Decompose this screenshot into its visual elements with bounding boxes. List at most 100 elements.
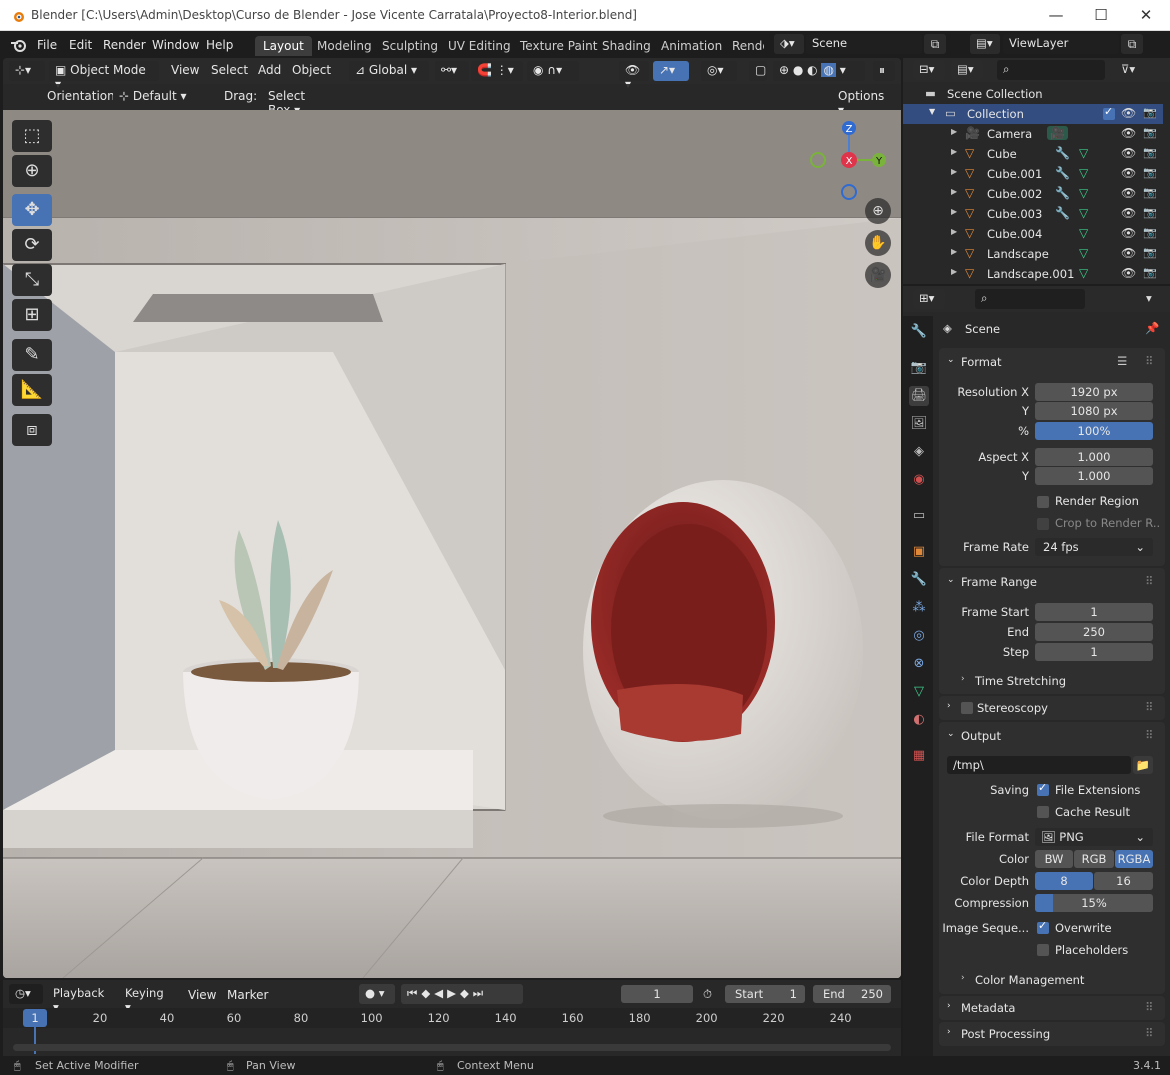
tab-animation[interactable]: Animation [653, 36, 730, 56]
file-format-dropdown[interactable]: 🖼 PNG ⌄ [1035, 828, 1153, 846]
options-dropdown[interactable]: Options ▾ [832, 87, 896, 117]
expand-icon[interactable]: ▶ [951, 187, 957, 196]
menu-object[interactable]: Object [292, 63, 331, 77]
outliner-search-input[interactable]: ⌕ [997, 60, 1105, 80]
add-cube-tool[interactable]: ⧈ [12, 414, 52, 446]
playhead-frame-label[interactable]: 1 [23, 1009, 47, 1027]
render-camera-icon[interactable]: 📷 [1143, 226, 1157, 239]
new-scene-icon[interactable]: ⧉ [924, 34, 946, 54]
collection-tab-icon[interactable]: ▭ [909, 506, 929, 526]
playback-controls[interactable]: ⏮◆◀▶◆⏭ [401, 984, 523, 1004]
eye-icon[interactable]: 👁 [1121, 186, 1136, 200]
end-frame-field[interactable]: End 250 [813, 985, 891, 1003]
drag-handle-icon[interactable]: ⠿ [1145, 728, 1153, 742]
timeline-editor-type[interactable]: ◷▾ [9, 984, 43, 1004]
navigation-gizmo[interactable]: Z Y X [803, 116, 893, 200]
transform-orientation-dropdown[interactable]: ⊿ Global ▾ [349, 61, 429, 81]
viewlayer-selector-icon[interactable]: ▤▾ [970, 34, 1000, 54]
pause-render-button[interactable]: ⏸ [873, 61, 895, 81]
post-processing-header[interactable]: Post Processing [961, 1027, 1050, 1041]
expand-icon[interactable]: ▶ [951, 207, 957, 216]
proportional-edit-toggle[interactable]: ◉ ∩▾ [527, 61, 579, 81]
render-camera-icon[interactable]: 📷 [1143, 106, 1157, 119]
expand-chevron-icon[interactable]: › [947, 1027, 951, 1037]
maximize-button[interactable]: ☐ [1081, 4, 1121, 26]
eye-icon[interactable]: 👁 [1121, 226, 1136, 240]
prev-keyframe-icon[interactable]: ◆ [421, 986, 434, 1000]
tab-modeling[interactable]: Modeling [309, 36, 380, 56]
file-extensions-checkbox[interactable] [1037, 781, 1049, 796]
properties-options-icon[interactable]: ▾ [1146, 291, 1152, 305]
texture-tab-icon[interactable]: ▦ [909, 746, 929, 766]
eye-icon[interactable]: 👁 [1121, 166, 1136, 180]
crop-checkbox[interactable] [1037, 518, 1049, 530]
move-tool[interactable]: ✥ [12, 194, 52, 226]
xray-toggle[interactable]: ▢ [749, 61, 767, 81]
stereoscopy-panel[interactable]: › Stereoscopy ⠿ [939, 696, 1165, 720]
outliner-scene-collection[interactable]: ▬ Scene Collection [903, 84, 1163, 104]
resolution-y-field[interactable]: 1080 px [1035, 402, 1153, 420]
outliner-item[interactable]: ▶ 🎥 Camera 🎥 👁 📷 [903, 124, 1163, 144]
drag-handle-icon[interactable]: ⠿ [1145, 1000, 1153, 1014]
properties-editor-type[interactable]: ⊞▾ [913, 289, 945, 309]
snap-toggle[interactable]: 🧲 ⋮▾ [471, 61, 523, 81]
expand-chevron-icon[interactable]: › [961, 973, 965, 983]
frame-start-field[interactable]: 1 [1035, 603, 1153, 621]
menu-view[interactable]: View [171, 63, 199, 77]
camera-view-icon[interactable]: 🎥 [865, 262, 891, 288]
minimize-button[interactable]: — [1036, 4, 1076, 26]
color-rgb-button[interactable]: RGB [1074, 850, 1114, 868]
tab-texture-paint[interactable]: Texture Paint [512, 36, 605, 56]
expand-icon[interactable]: ▶ [951, 247, 957, 256]
keying-menu[interactable]: Keying ▾ [119, 984, 177, 1014]
pin-icon[interactable]: 📌 [1145, 321, 1159, 335]
depth-16-button[interactable]: 16 [1094, 872, 1153, 890]
close-button[interactable]: ✕ [1126, 4, 1166, 26]
mesh-data-icon[interactable]: ▽ [1079, 166, 1088, 180]
render-tab-icon[interactable]: 📷 [909, 358, 929, 378]
menu-render[interactable]: Render [103, 38, 146, 52]
presets-list-icon[interactable]: ☰ [1117, 354, 1127, 368]
timeline-scrollbar[interactable] [13, 1044, 891, 1051]
outliner-item[interactable]: ▶ ▽ Cube.003 🔧 ▽ 👁 📷 [903, 204, 1163, 224]
modifier-wrench-icon[interactable]: 🔧 [1055, 146, 1070, 160]
post-processing-panel[interactable]: › Post Processing ⠿ [939, 1022, 1165, 1046]
output-tab-icon[interactable]: 🖨 [909, 386, 929, 406]
shading-mode-buttons[interactable]: ⊕ ● ◐ ◍ ▾ [773, 61, 865, 81]
record-keyframe-button[interactable]: ● ▾ [359, 984, 395, 1004]
time-stretching-subpanel[interactable]: Time Stretching [975, 674, 1066, 688]
overlays-toggle[interactable]: ◎▾ [701, 61, 737, 81]
play-icon[interactable]: ▶ [447, 986, 460, 1000]
data-tab-icon[interactable]: ▽ [909, 682, 929, 702]
rendered-scene[interactable]: ⬚ ⊕ ✥ ⟳ ⤡ ⊞ ✎ 📐 ⧈ Z Y X ⊕ ✋ 🎥 [3, 110, 901, 978]
outliner-item[interactable]: ▶ ▽ Cube.001 🔧 ▽ 👁 📷 [903, 164, 1163, 184]
scene-selector-icon[interactable]: ⬗▾ [774, 34, 804, 54]
gizmo-toggle[interactable]: ↗▾ [653, 61, 689, 81]
folder-icon[interactable]: 📁 [1133, 756, 1153, 774]
menu-add[interactable]: Add [258, 63, 281, 77]
overwrite-checkbox[interactable] [1037, 919, 1049, 934]
modifier-tab-icon[interactable]: 🔧 [909, 570, 929, 590]
color-management-subpanel[interactable]: Color Management [975, 973, 1084, 987]
expand-icon[interactable]: ▶ [951, 227, 957, 236]
expand-icon[interactable]: ▼ [929, 107, 935, 116]
tab-rendering[interactable]: Rende [724, 36, 764, 56]
physics-tab-icon[interactable]: ◎ [909, 626, 929, 646]
drag-handle-icon[interactable]: ⠿ [1145, 354, 1153, 368]
scene-name-field[interactable]: Scene [806, 34, 922, 54]
tab-uv-editing[interactable]: UV Editing [440, 36, 519, 56]
color-bw-button[interactable]: BW [1035, 850, 1073, 868]
playback-menu[interactable]: Playback ▾ [47, 984, 117, 1014]
mesh-data-icon[interactable]: ▽ [1079, 146, 1088, 160]
jump-end-icon[interactable]: ⏭ [473, 986, 487, 1000]
cache-result-checkbox[interactable] [1037, 806, 1049, 818]
jump-start-icon[interactable]: ⏮ [407, 986, 421, 1000]
properties-search-input[interactable]: ⌕ [975, 289, 1085, 309]
select-box-tool[interactable]: ⬚ [12, 120, 52, 152]
expand-icon[interactable]: ▶ [951, 127, 957, 136]
stopwatch-icon[interactable]: ⏱ [703, 987, 712, 1002]
mesh-data-icon[interactable]: ▽ [1079, 206, 1088, 220]
current-frame-field[interactable]: 1 [621, 985, 693, 1003]
outliner-item[interactable]: ▶ ▽ Landscape.001 ▽ 👁 📷 [903, 264, 1163, 284]
drag-handle-icon[interactable]: ⠿ [1145, 574, 1153, 588]
